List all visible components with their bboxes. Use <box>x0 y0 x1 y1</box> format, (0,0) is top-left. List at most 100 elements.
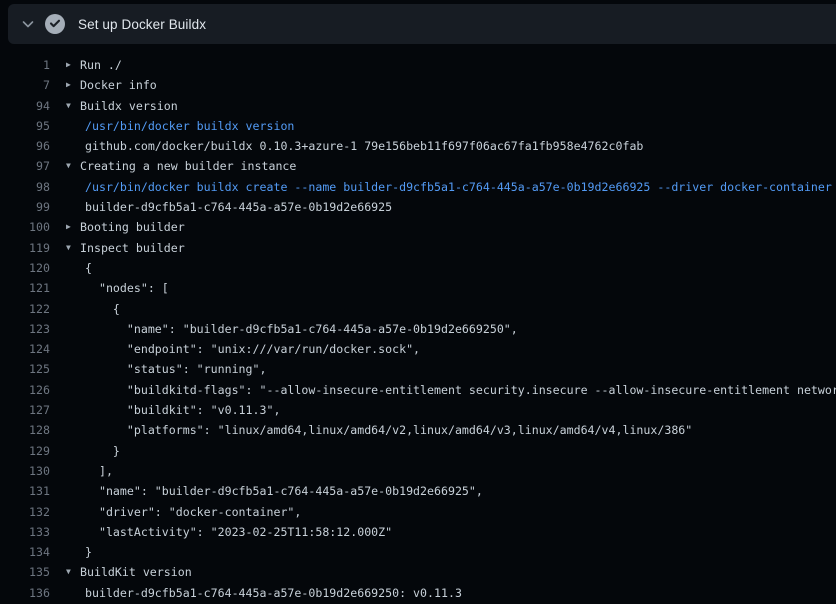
line-number[interactable]: 1 <box>0 55 50 75</box>
group-toggle-icon[interactable]: ▶ <box>66 75 80 95</box>
line-text: BuildKit version <box>80 562 192 582</box>
line-number[interactable]: 96 <box>0 136 50 156</box>
line-text: github.com/docker/buildx 0.10.3+azure-1 … <box>80 136 643 156</box>
line-number[interactable]: 125 <box>0 359 50 379</box>
line-number[interactable]: 122 <box>0 299 50 319</box>
group-toggle-icon[interactable]: ▼ <box>66 238 80 258</box>
line-text: "nodes": [ <box>80 278 169 298</box>
group-toggle-icon <box>66 177 80 197</box>
line-body: "platforms": "linux/amd64,linux/amd64/v2… <box>66 420 692 440</box>
line-text: "status": "running", <box>80 359 266 379</box>
log-line: 127 "buildkit": "v0.11.3", <box>0 400 836 420</box>
group-toggle-icon <box>66 258 80 278</box>
line-body: { <box>66 258 92 278</box>
log-line: 125 "status": "running", <box>0 359 836 379</box>
log-line[interactable]: 1 ▶ Run ./ <box>0 55 836 75</box>
group-toggle-icon <box>66 319 80 339</box>
line-number[interactable]: 95 <box>0 116 50 136</box>
line-body: "buildkit": "v0.11.3", <box>66 400 280 420</box>
log-line: 133 "lastActivity": "2023-02-25T11:58:12… <box>0 522 836 542</box>
log-line: 124 "endpoint": "unix:///var/run/docker.… <box>0 339 836 359</box>
line-number[interactable]: 136 <box>0 583 50 603</box>
log-line[interactable]: 97 ▼ Creating a new builder instance <box>0 156 836 176</box>
line-text: Docker info <box>80 75 157 95</box>
line-body: /usr/bin/docker buildx version <box>66 116 294 136</box>
line-body: "nodes": [ <box>66 278 169 298</box>
group-toggle-icon <box>66 136 80 156</box>
log-line[interactable]: 135 ▼ BuildKit version <box>0 562 836 582</box>
group-toggle-icon[interactable]: ▼ <box>66 96 80 116</box>
log-container[interactable]: 1 ▶ Run ./ 7 ▶ Docker info 94 ▼ Buildx v… <box>0 44 836 603</box>
line-number[interactable]: 126 <box>0 380 50 400</box>
line-body: "name": "builder-d9cfb5a1-c764-445a-a57e… <box>66 319 518 339</box>
log-line[interactable]: 100 ▶ Booting builder <box>0 217 836 237</box>
line-body: ▼ Buildx version <box>66 96 178 116</box>
log-line: 123 "name": "builder-d9cfb5a1-c764-445a-… <box>0 319 836 339</box>
step-header[interactable]: Set up Docker Buildx <box>8 4 836 44</box>
group-toggle-icon <box>66 299 80 319</box>
group-toggle-icon <box>66 502 80 522</box>
group-toggle-icon[interactable]: ▶ <box>66 217 80 237</box>
log-line: 122 { <box>0 299 836 319</box>
check-circle-icon-svg <box>45 14 65 34</box>
line-body: ▶ Booting builder <box>66 217 185 237</box>
log-line: 95 /usr/bin/docker buildx version <box>0 116 836 136</box>
line-number[interactable]: 134 <box>0 542 50 562</box>
line-number[interactable]: 130 <box>0 461 50 481</box>
line-body: ▶ Run ./ <box>66 55 122 75</box>
line-body: ▼ BuildKit version <box>66 562 192 582</box>
line-number[interactable]: 100 <box>0 217 50 237</box>
line-number[interactable]: 98 <box>0 177 50 197</box>
line-text: builder-d9cfb5a1-c764-445a-a57e-0b19d2e6… <box>80 197 392 217</box>
group-toggle-icon <box>66 522 80 542</box>
group-toggle-icon <box>66 380 80 400</box>
log-line[interactable]: 119 ▼ Inspect builder <box>0 238 836 258</box>
line-number[interactable]: 129 <box>0 441 50 461</box>
group-toggle-icon[interactable]: ▶ <box>66 55 80 75</box>
line-number[interactable]: 119 <box>0 238 50 258</box>
line-number[interactable]: 132 <box>0 502 50 522</box>
log-line: 96 github.com/docker/buildx 0.10.3+azure… <box>0 136 836 156</box>
group-toggle-icon <box>66 420 80 440</box>
line-number[interactable]: 97 <box>0 156 50 176</box>
line-number[interactable]: 133 <box>0 522 50 542</box>
line-number[interactable]: 127 <box>0 400 50 420</box>
line-text: Creating a new builder instance <box>80 156 296 176</box>
log-line: 128 "platforms": "linux/amd64,linux/amd6… <box>0 420 836 440</box>
group-toggle-icon[interactable]: ▼ <box>66 156 80 176</box>
line-text: "buildkitd-flags": "--allow-insecure-ent… <box>80 380 836 400</box>
check-circle-icon <box>45 14 65 34</box>
line-body: ▼ Creating a new builder instance <box>66 156 296 176</box>
line-number[interactable]: 99 <box>0 197 50 217</box>
line-number[interactable]: 131 <box>0 481 50 501</box>
line-number[interactable]: 124 <box>0 339 50 359</box>
line-text: ], <box>80 461 113 481</box>
line-number[interactable]: 123 <box>0 319 50 339</box>
line-number[interactable]: 7 <box>0 75 50 95</box>
line-body: "name": "builder-d9cfb5a1-c764-445a-a57e… <box>66 481 483 501</box>
log-line: 98 /usr/bin/docker buildx create --name … <box>0 177 836 197</box>
line-body: ▼ Inspect builder <box>66 238 185 258</box>
line-body: "lastActivity": "2023-02-25T11:58:12.000… <box>66 522 392 542</box>
log-line[interactable]: 7 ▶ Docker info <box>0 75 836 95</box>
chevron-down-icon[interactable] <box>20 16 36 32</box>
line-body: builder-d9cfb5a1-c764-445a-a57e-0b19d2e6… <box>66 583 462 603</box>
line-body: } <box>66 542 92 562</box>
line-text: { <box>80 299 120 319</box>
line-text: "endpoint": "unix:///var/run/docker.sock… <box>80 339 420 359</box>
line-number[interactable]: 120 <box>0 258 50 278</box>
line-text: Buildx version <box>80 96 178 116</box>
log-line: 120 { <box>0 258 836 278</box>
line-number[interactable]: 128 <box>0 420 50 440</box>
log-line[interactable]: 94 ▼ Buildx version <box>0 96 836 116</box>
line-number[interactable]: 121 <box>0 278 50 298</box>
group-toggle-icon <box>66 116 80 136</box>
group-toggle-icon[interactable]: ▼ <box>66 562 80 582</box>
line-number[interactable]: 135 <box>0 562 50 582</box>
line-body: "endpoint": "unix:///var/run/docker.sock… <box>66 339 420 359</box>
line-number[interactable]: 94 <box>0 96 50 116</box>
group-toggle-icon <box>66 461 80 481</box>
line-text: { <box>80 258 92 278</box>
line-text: /usr/bin/docker buildx create --name bui… <box>80 177 832 197</box>
line-body: /usr/bin/docker buildx create --name bui… <box>66 177 832 197</box>
